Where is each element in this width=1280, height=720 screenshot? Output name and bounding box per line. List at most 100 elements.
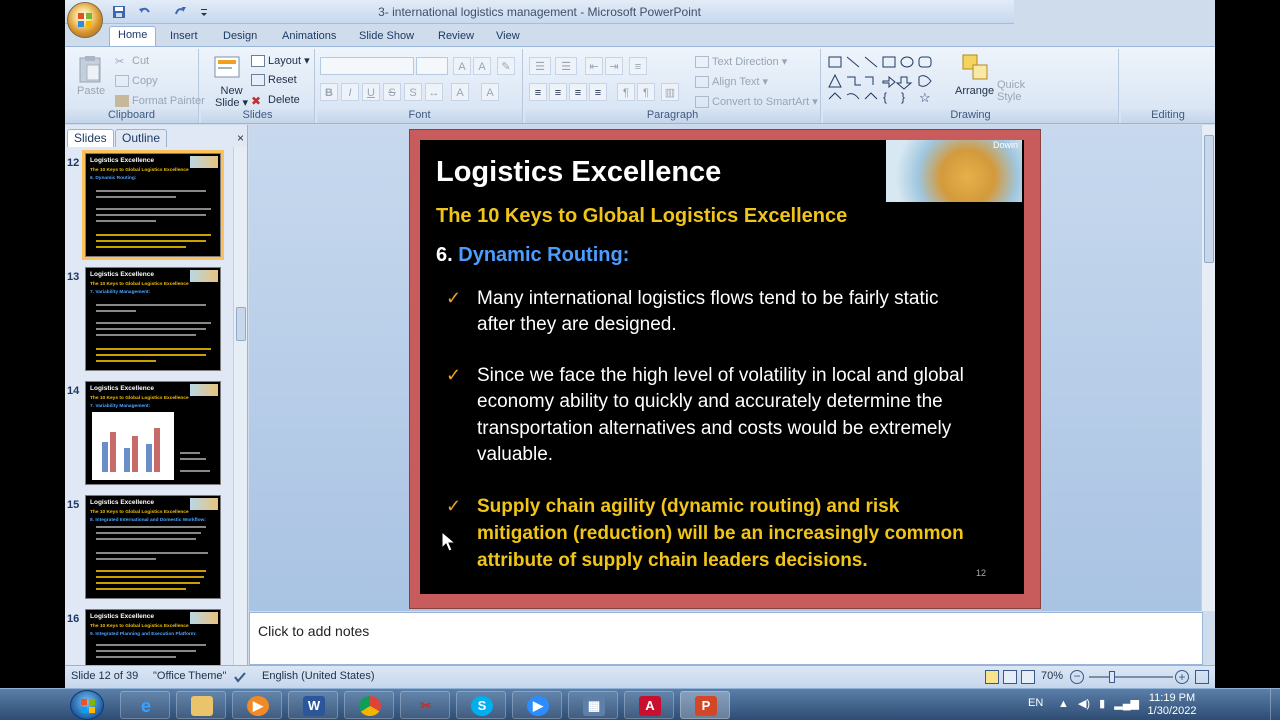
justify-icon[interactable]: ≡	[589, 83, 607, 101]
quick-styles-button[interactable]: Quick Style	[997, 79, 1025, 103]
tab-outline[interactable]: Outline	[115, 129, 168, 147]
taskbar-snipping-tool[interactable]: ✂	[400, 691, 450, 719]
zoom-slider[interactable]	[1089, 676, 1173, 678]
normal-view-icon[interactable]	[985, 670, 999, 684]
office-button[interactable]	[67, 2, 103, 38]
taskbar-media-player[interactable]: ▶	[232, 691, 282, 719]
tab-home[interactable]: Home	[109, 26, 157, 46]
zoom-in-icon[interactable]: +	[1175, 670, 1189, 684]
taskbar-explorer[interactable]	[176, 691, 226, 719]
show-hidden-icon[interactable]: ▲	[1058, 698, 1069, 710]
start-button[interactable]	[70, 690, 104, 720]
zoom-level[interactable]: 70%	[1041, 670, 1063, 682]
taskbar-skype[interactable]: S	[456, 691, 506, 719]
font-color-icon[interactable]: A	[481, 83, 499, 101]
notes-placeholder[interactable]: Click to add notes	[258, 623, 369, 639]
text-direction-button[interactable]: Text Direction ▾	[695, 55, 787, 69]
thumbnails-scrollbar[interactable]	[233, 147, 247, 665]
rtl-icon[interactable]: ¶	[637, 83, 655, 101]
tab-animations[interactable]: Animations	[274, 28, 344, 46]
slide-thumbnail[interactable]: Logistics Excellence The 10 Keys to Glob…	[85, 495, 221, 599]
line-spacing-icon[interactable]: ≡	[629, 57, 647, 75]
shrink-font-icon[interactable]: A	[473, 57, 491, 75]
bold-icon[interactable]: B	[320, 83, 338, 101]
slide-thumbnail-row[interactable]: 12 Logistics Excellence The 10 Keys to G…	[65, 150, 240, 263]
taskbar-acrobat[interactable]: A	[624, 691, 674, 719]
taskbar-ie[interactable]: e	[120, 691, 170, 719]
increase-indent-icon[interactable]: ⇥	[605, 57, 623, 75]
align-center-icon[interactable]: ≡	[549, 83, 567, 101]
arrange-button[interactable]: Arrange	[955, 85, 994, 97]
scrollbar-thumb[interactable]	[236, 307, 246, 341]
slide-thumbnail[interactable]: Logistics Excellence The 10 Keys to Glob…	[82, 150, 224, 260]
slide-thumbnail-row[interactable]: 14 Logistics Excellence The 10 Keys to G…	[65, 381, 240, 491]
taskbar-video-editor[interactable]: ▦	[568, 691, 618, 719]
slide-title[interactable]: Logistics Excellence	[436, 156, 721, 189]
volume-icon[interactable]: ◀)	[1078, 698, 1090, 710]
spacing-icon[interactable]: ↔	[425, 83, 443, 101]
font-name-combo[interactable]	[320, 57, 414, 75]
tab-design[interactable]: Design	[215, 28, 265, 46]
bullet-item[interactable]: ✓ Since we face the high level of volati…	[446, 363, 1016, 473]
slide-thumbnail[interactable]: Logistics Excellence The 10 Keys to Glob…	[85, 609, 221, 665]
power-icon[interactable]: ▮	[1099, 698, 1105, 710]
scrollbar-thumb[interactable]	[1204, 135, 1214, 263]
notes-pane[interactable]: Click to add notes	[249, 612, 1203, 665]
tab-view[interactable]: View	[488, 28, 528, 46]
shapes-gallery-icon[interactable]: { } ☆	[827, 55, 947, 105]
slide-sorter-icon[interactable]	[1003, 670, 1017, 684]
zoom-slider-thumb[interactable]	[1109, 671, 1115, 683]
slide-thumbnail-row[interactable]: 16 Logistics Excellence The 10 Keys to G…	[65, 609, 240, 665]
strikethrough-icon[interactable]: S	[383, 83, 401, 101]
canvas-scrollbar[interactable]	[1201, 125, 1215, 611]
layout-button[interactable]: Layout ▾	[251, 54, 310, 68]
paste-button[interactable]: Paste	[77, 85, 105, 97]
underline-icon[interactable]: U	[362, 83, 380, 101]
columns-icon[interactable]: ▥	[661, 83, 679, 101]
language-indicator[interactable]: English (United States)	[262, 670, 375, 682]
tab-insert[interactable]: Insert	[162, 28, 206, 46]
new-slide-icon[interactable]	[213, 53, 243, 81]
slide-subtitle[interactable]: The 10 Keys to Global Logistics Excellen…	[436, 205, 847, 228]
delete-button[interactable]: ✖ Delete	[251, 94, 300, 108]
spell-check-icon[interactable]	[233, 670, 247, 684]
italic-icon[interactable]: I	[341, 83, 359, 101]
tab-slides[interactable]: Slides	[67, 129, 114, 147]
ltr-icon[interactable]: ¶	[617, 83, 635, 101]
tab-review[interactable]: Review	[430, 28, 482, 46]
reset-button[interactable]: Reset	[251, 74, 297, 87]
slide[interactable]: Dowin Logistics Excellence The 10 Keys t…	[420, 140, 1024, 594]
numbering-icon[interactable]: ☰	[555, 57, 577, 75]
align-left-icon[interactable]: ≡	[529, 83, 547, 101]
copy-button[interactable]: Copy	[115, 75, 158, 88]
taskbar-word[interactable]: W	[288, 691, 338, 719]
network-icon[interactable]: ▂▄▆	[1114, 698, 1139, 710]
change-case-icon[interactable]: A	[451, 83, 469, 101]
close-pane-icon[interactable]: ×	[237, 131, 244, 145]
cut-button[interactable]: ✂ Cut	[115, 55, 149, 68]
taskbar-chrome[interactable]	[344, 691, 394, 719]
arrange-icon[interactable]	[961, 53, 991, 83]
bullets-icon[interactable]: ☰	[529, 57, 551, 75]
slide-heading[interactable]: 6. Dynamic Routing:	[436, 244, 629, 267]
slide-thumbnail-row[interactable]: 15 Logistics Excellence The 10 Keys to G…	[65, 495, 240, 605]
decrease-indent-icon[interactable]: ⇤	[585, 57, 603, 75]
zoom-out-icon[interactable]: −	[1070, 670, 1084, 684]
grow-font-icon[interactable]: A	[453, 57, 471, 75]
shadow-icon[interactable]: S	[404, 83, 422, 101]
align-text-button[interactable]: Align Text ▾	[695, 75, 768, 89]
paste-icon[interactable]	[77, 55, 103, 83]
fit-to-window-icon[interactable]	[1195, 670, 1209, 684]
show-desktop-button[interactable]	[1270, 689, 1280, 720]
new-slide-button[interactable]: New Slide ▾	[215, 85, 248, 109]
align-right-icon[interactable]: ≡	[569, 83, 587, 101]
tab-slide-show[interactable]: Slide Show	[351, 28, 422, 46]
slide-thumbnail[interactable]: Logistics Excellence The 10 Keys to Glob…	[85, 381, 221, 485]
convert-smartart-button[interactable]: Convert to SmartArt ▾	[695, 95, 818, 109]
clock[interactable]: 11:19 PM 1/30/2022	[1140, 692, 1204, 718]
slide-thumbnail-row[interactable]: 13 Logistics Excellence The 10 Keys to G…	[65, 267, 240, 377]
taskbar-powerpoint[interactable]: P	[680, 691, 730, 719]
bullet-item[interactable]: ✓ Supply chain agility (dynamic routing)…	[446, 494, 1016, 578]
taskbar-zoom[interactable]: ▶	[512, 691, 562, 719]
slide-show-icon[interactable]	[1021, 670, 1035, 684]
